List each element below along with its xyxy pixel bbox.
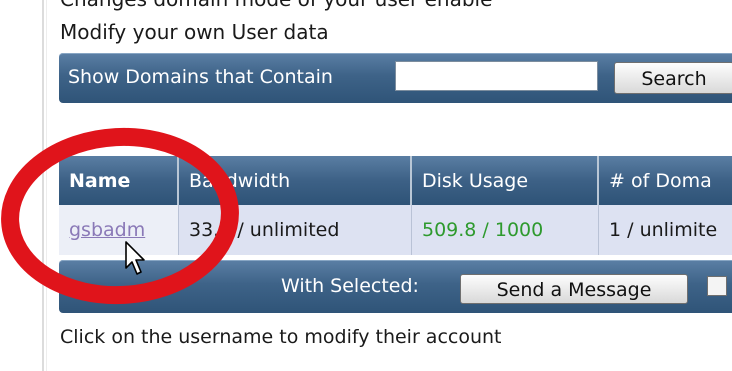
hint-text: Click on the username to modify their ac… <box>60 326 502 348</box>
select-all-checkbox[interactable] <box>707 276 727 296</box>
column-header-disk-usage[interactable]: Disk Usage <box>412 156 599 205</box>
page-left-border <box>0 0 52 371</box>
section-title[interactable]: Modify your own User data <box>60 20 329 44</box>
with-selected-bar: With Selected: Send a Message <box>59 260 732 313</box>
cell-bandwidth: 33.0 / unlimited <box>179 205 412 255</box>
column-header-bandwidth[interactable]: Bandwidth <box>179 156 412 205</box>
cell-disk-usage: 509.8 / 1000 <box>412 205 599 255</box>
partial-top-text: Changes domain mode of your user enable <box>60 0 492 11</box>
search-input[interactable] <box>395 61 598 91</box>
search-label: Show Domains that Contain <box>68 66 333 88</box>
table-row: gsbadm 33.0 / unlimited 509.8 / 1000 1 /… <box>59 205 732 255</box>
search-button[interactable]: Search <box>614 62 732 94</box>
column-header-name[interactable]: Name <box>59 156 179 205</box>
search-bar: Show Domains that Contain Search <box>59 53 732 103</box>
cell-domains: 1 / unlimite <box>609 219 718 241</box>
column-header-domains[interactable]: # of Doma <box>599 156 732 205</box>
with-selected-label: With Selected: <box>281 275 419 297</box>
send-message-button[interactable]: Send a Message <box>460 274 688 304</box>
cell-name: gsbadm <box>59 205 179 255</box>
username-link[interactable]: gsbadm <box>69 219 145 241</box>
